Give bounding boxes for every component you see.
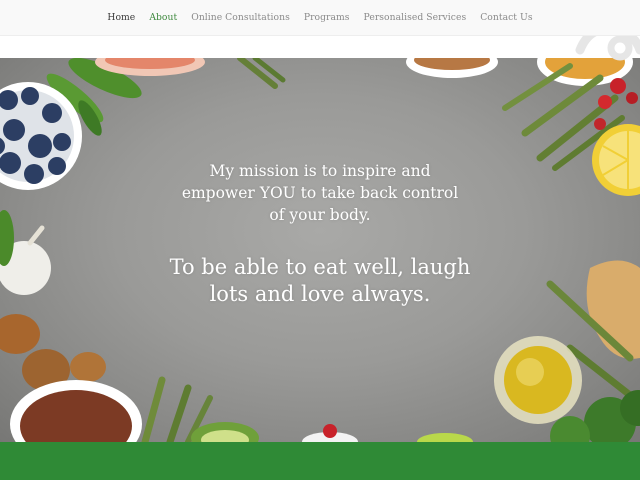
hero-tagline: To be able to eat well, laugh lots and l… (0, 254, 640, 308)
mission-line: of your body. (269, 206, 371, 224)
nav-link-online-consultations[interactable]: Online Consultations (184, 12, 297, 23)
hero-food-decoration (0, 58, 640, 442)
next-section-band (0, 442, 640, 480)
mission-statement: My mission is to inspire and empower YOU… (0, 160, 640, 226)
tagline-line: To be able to eat well, laugh (169, 255, 471, 279)
nav-link-home[interactable]: Home (100, 12, 142, 23)
mission-line: My mission is to inspire and (209, 162, 431, 180)
nav-link-programs[interactable]: Programs (297, 12, 357, 23)
main-navigation: Home About Online Consultations Programs… (0, 0, 640, 36)
nav-link-personalised-services[interactable]: Personalised Services (357, 12, 474, 23)
tagline-line: lots and love always. (209, 282, 431, 306)
mission-line: empower YOU to take back control (181, 184, 459, 202)
nav-link-contact-us[interactable]: Contact Us (473, 12, 539, 23)
header-spacer (0, 37, 640, 58)
hero-section: My mission is to inspire and empower YOU… (0, 58, 640, 442)
nav-link-about[interactable]: About (142, 12, 184, 23)
